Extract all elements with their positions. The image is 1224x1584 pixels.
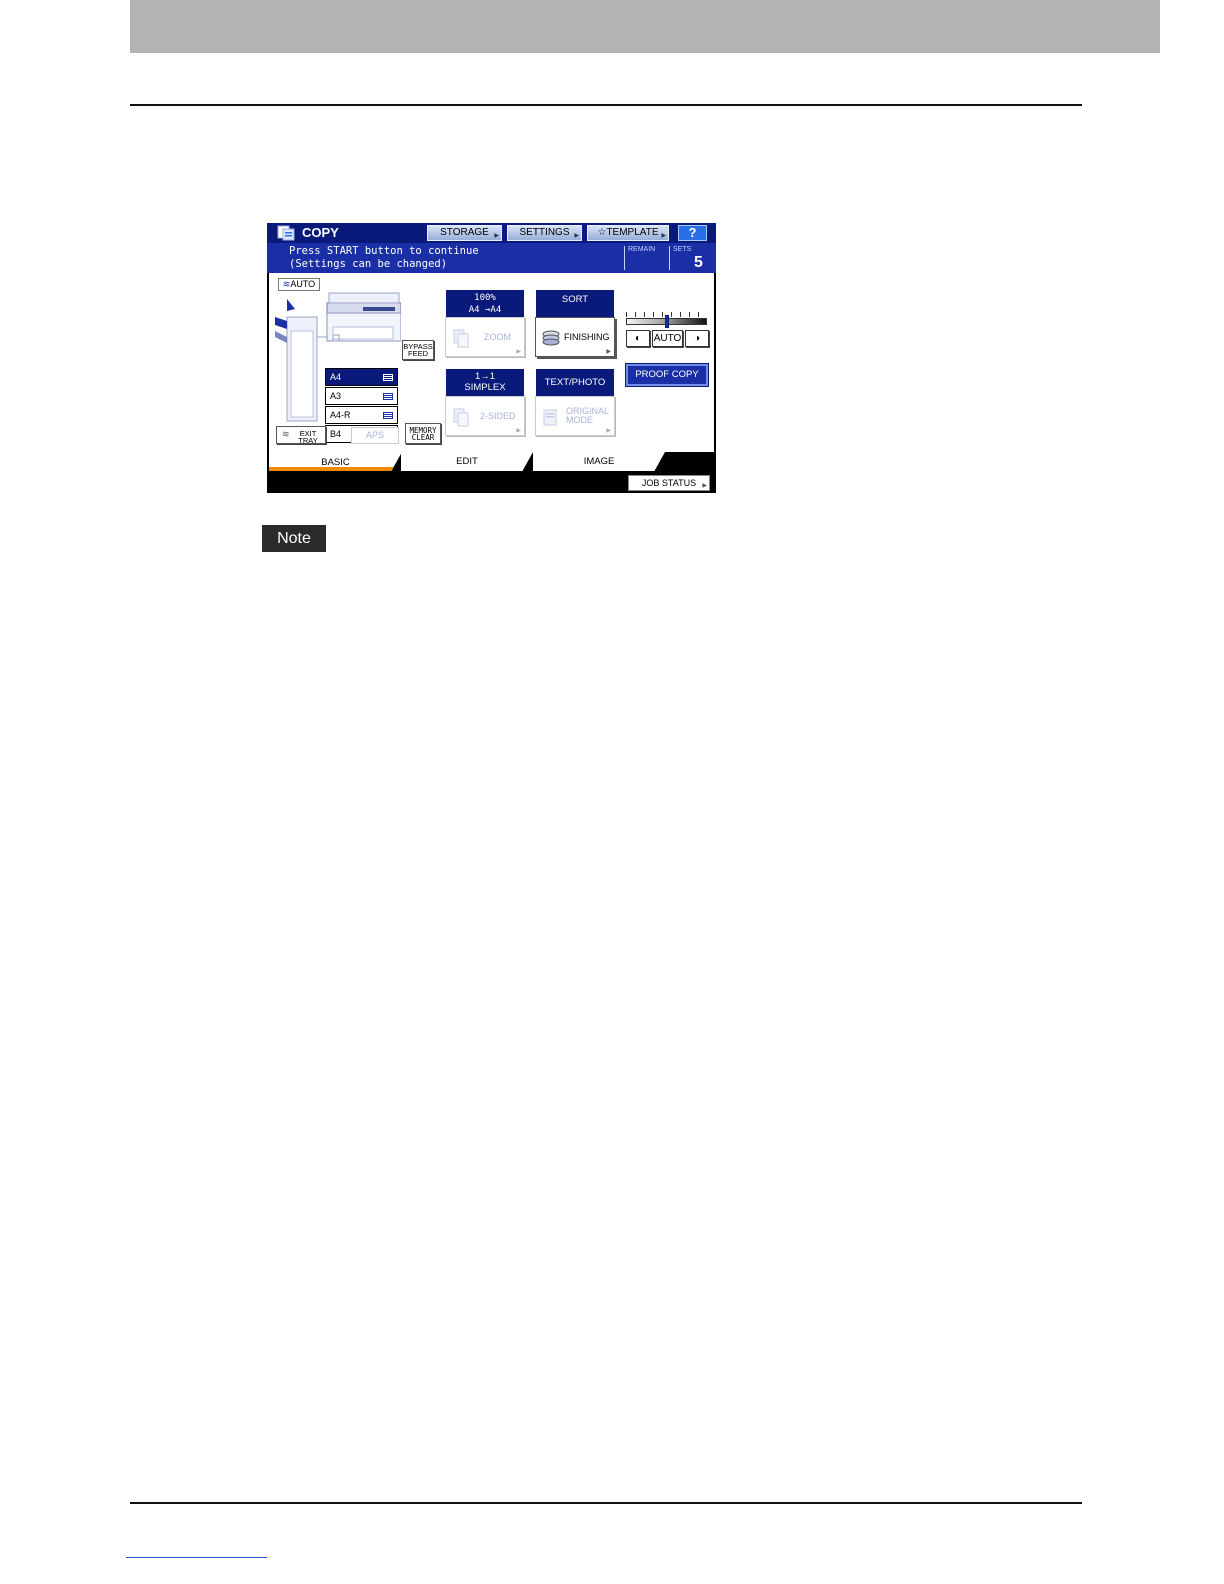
job-status-label: JOB STATUS (641, 478, 697, 488)
copy-touch-panel: COPY STORAGE ▶ SETTINGS ▶ ☆TEMPLATE ▶ ? Pre… (267, 223, 716, 493)
finishing-button[interactable]: FINISHING ▶ (535, 317, 615, 357)
copy-mode-icon (277, 225, 295, 241)
paper-tray-icon (383, 374, 393, 381)
message-line-2: (Settings can be changed) (289, 258, 448, 270)
bypass-feed-label-2: FEED (407, 349, 428, 358)
arrow-icon: ▶ (606, 349, 611, 355)
arrow-icon: ▶ (606, 428, 611, 434)
tray-label: B4 (330, 429, 342, 439)
arrow-icon: ▶ (661, 233, 666, 239)
density-auto-button[interactable]: AUTO (652, 330, 683, 347)
paper-tray-icon (383, 412, 393, 419)
original-mode-label-2: MODE (566, 415, 593, 425)
finishing-stack-icon (542, 330, 560, 346)
storage-label: STORAGE (440, 227, 489, 238)
footer-link-underline[interactable] (126, 1557, 267, 1558)
duplex-status-mode: SIMPLEX (464, 382, 506, 393)
panel-title: COPY (302, 225, 339, 240)
paper-tray-icon (383, 393, 393, 400)
tray-label: A4 (330, 372, 342, 382)
finishing-status: SORT (536, 290, 614, 317)
density-indicator (664, 315, 669, 328)
tab-basic[interactable]: BASIC (269, 452, 402, 471)
tab-edit[interactable]: EDIT (401, 452, 533, 471)
job-status-button[interactable]: JOB STATUS ▶ (628, 475, 710, 491)
zoom-button[interactable]: ZOOM ▶ (445, 317, 525, 357)
message-line-1: Press START button to continue (289, 245, 479, 257)
density-lighter-button[interactable]: ◐ (626, 330, 650, 347)
density-darker-button[interactable]: ◑ (685, 330, 709, 347)
tray-a3-button[interactable]: A3 (325, 387, 398, 405)
note-badge: Note (262, 525, 326, 552)
mode-tabs: BASIC EDIT IMAGE (267, 452, 716, 471)
basic-screen: ≋AUTO BYPASS FEED A4 A3 A4-R B4 ≋ EXIT T… (269, 273, 714, 469)
divider (669, 246, 670, 270)
header-band (130, 0, 1160, 53)
divider (624, 246, 625, 270)
lighter-half-circle-icon: ◐ (634, 333, 642, 344)
zoom-status: 100% A4 →A4 (446, 290, 524, 317)
tray-label: A3 (330, 391, 342, 401)
arrow-icon: ▶ (494, 233, 499, 239)
original-mode-icon (543, 409, 557, 426)
tray-label: A4-R (330, 410, 351, 420)
template-button[interactable]: ☆TEMPLATE ▶ (587, 225, 669, 241)
memory-clear-button[interactable]: MEMORY CLEAR (405, 423, 441, 444)
header-rule (130, 104, 1082, 106)
duplex-status-ratio: 1→1 (474, 371, 496, 382)
arrow-icon: ▶ (516, 349, 521, 355)
proof-copy-button[interactable]: PROOF COPY (625, 363, 709, 387)
settings-button[interactable]: SETTINGS ▶ (507, 225, 582, 241)
remain-label: REMAIN (628, 246, 656, 253)
panel-header: COPY STORAGE ▶ SETTINGS ▶ ☆TEMPLATE ▶ ? (267, 223, 716, 243)
original-mode-button[interactable]: ORIGINAL MODE ▶ (535, 396, 615, 436)
settings-label: SETTINGS (519, 227, 570, 238)
tray-a4-button[interactable]: A4 (325, 368, 398, 386)
zoom-icon (453, 329, 469, 348)
bypass-feed-button[interactable]: BYPASS FEED (402, 340, 434, 360)
exit-tray-icon: ≋ (282, 429, 290, 439)
template-label: TEMPLATE (606, 227, 659, 238)
help-button[interactable]: ? (678, 225, 707, 241)
zoom-ratio: 100% (474, 293, 496, 303)
zoom-paper-size: A4 →A4 (468, 305, 502, 315)
exit-tray-button[interactable]: ≋ EXIT TRAY (276, 426, 326, 444)
arrow-icon: ▶ (516, 428, 521, 434)
storage-button[interactable]: STORAGE ▶ (427, 225, 502, 241)
two-sided-label: 2-SIDED (480, 411, 516, 421)
sets-count: 5 (694, 254, 703, 271)
arrow-icon: ▶ (574, 233, 579, 239)
two-sided-icon (453, 408, 469, 427)
finishing-label: FINISHING (564, 332, 610, 342)
tray-a4r-button[interactable]: A4-R (325, 406, 398, 424)
tab-image[interactable]: IMAGE (533, 452, 665, 471)
footer-rule (130, 1502, 1082, 1504)
arrow-icon: ▶ (702, 483, 707, 489)
manual-page: COPY STORAGE ▶ SETTINGS ▶ ☆TEMPLATE ▶ ? Pre… (0, 0, 1224, 1584)
zoom-label: ZOOM (484, 332, 511, 342)
duplex-status: 1→1 SIMPLEX (446, 369, 524, 396)
sets-label: SETS (673, 246, 692, 253)
darker-half-circle-icon: ◑ (693, 333, 701, 344)
memory-clear-label-2: CLEAR (411, 433, 435, 442)
two-sided-button[interactable]: 2-SIDED ▶ (445, 396, 525, 436)
original-mode-status: TEXT/PHOTO (536, 369, 614, 396)
aps-button[interactable]: APS (351, 427, 399, 444)
